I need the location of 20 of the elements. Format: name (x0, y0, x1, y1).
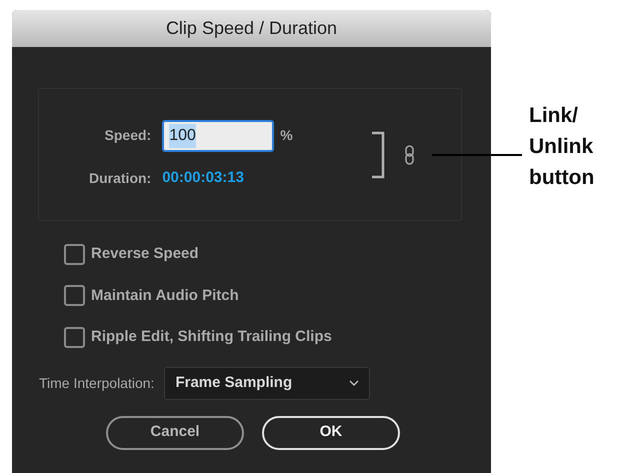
chain-link-icon[interactable] (404, 144, 414, 164)
chevron-down-icon (349, 380, 360, 386)
window-title: Clip Speed / Duration (166, 17, 338, 40)
speed-label: Speed: (104, 126, 152, 146)
checkbox-label: Maintain Audio Pitch (91, 286, 239, 306)
cancel-button[interactable]: Cancel (106, 416, 244, 450)
checkbox[interactable] (64, 244, 85, 265)
time-interpolation-label: Time Interpolation: (39, 374, 154, 393)
checkbox[interactable] (64, 326, 85, 348)
percent-unit: % (280, 126, 293, 146)
checkbox[interactable] (64, 285, 85, 306)
checkbox-label: Ripple Edit, Shifting Trailing Clips (91, 327, 332, 347)
duration-value[interactable]: 00:00:03:13 (162, 166, 293, 190)
speed-input[interactable]: 100 (162, 120, 274, 152)
link-bracket-icon (370, 130, 385, 178)
checkbox-label: Reverse Speed (91, 244, 199, 264)
annotation-label: Link/ Unlink button (529, 103, 596, 191)
interpolation-dropdown[interactable]: Frame Sampling (164, 366, 370, 400)
ok-button[interactable]: OK (262, 416, 400, 450)
duration-label: Duration: (89, 168, 152, 188)
